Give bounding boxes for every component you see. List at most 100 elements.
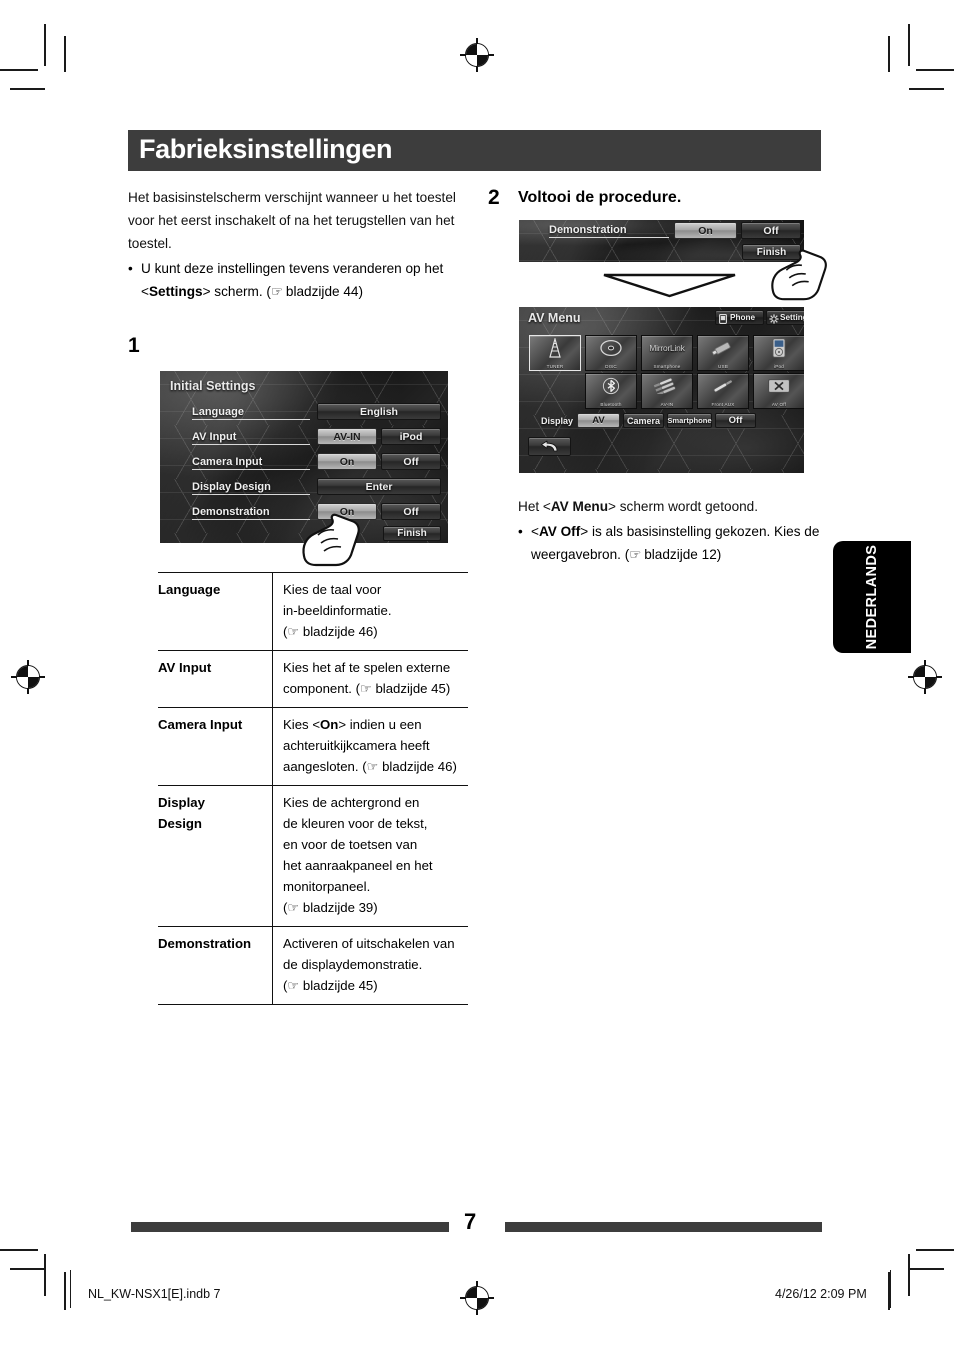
display-camera-label: Camera <box>626 415 661 426</box>
bleed-mark-tl-v <box>64 36 66 72</box>
table-row: Language Kies de taal voor in-beeldinfor… <box>158 572 468 651</box>
rca-cables-icon <box>642 377 692 395</box>
av-menu-screen: AV Menu Phone Settings <box>519 307 804 473</box>
demonstration-strip-screen: Demonstration On Off Finish <box>519 220 804 262</box>
settings-keyword: Settings <box>148 284 203 299</box>
phone-icon <box>719 314 727 324</box>
source-tile-smartphone-label: Smartphone <box>653 364 681 369</box>
source-tile-tuner-label: TUNER <box>546 364 564 369</box>
gear-icon <box>769 313 779 324</box>
row-label-display-design: Display Design <box>192 481 310 495</box>
demo-strip-off-label: Off <box>763 224 779 237</box>
source-tile-av-off-label: AV Off <box>771 402 787 407</box>
document-page: Fabrieksinstellingen Het basisinstelsche… <box>0 0 954 1354</box>
left-column: Het basisinstelscherm verschijnt wanneer… <box>128 186 470 356</box>
phone-label: Phone <box>730 313 756 322</box>
source-tile-smartphone[interactable]: MirrorLink Smartphone <box>641 335 693 371</box>
ipod-icon <box>754 338 804 358</box>
source-tile-av-in[interactable]: AV-IN <box>641 373 693 409</box>
result-line-1: Het <AV Menu> scherm wordt getoond. <box>518 499 759 514</box>
display-off-button[interactable]: Off <box>715 413 756 428</box>
tap-hand-icon-step1 <box>302 513 360 567</box>
intro-paragraph: Het basisinstelscherm verschijnt wanneer… <box>128 190 456 251</box>
footer-divider-right <box>890 1270 892 1308</box>
pointing-hand-icon: ☞ <box>629 547 641 562</box>
display-av-label: AV <box>592 415 605 426</box>
camera-input-off-button[interactable]: Off <box>381 453 441 470</box>
language-side-tab: NEDERLANDS <box>833 541 911 653</box>
page-number: 7 <box>464 1209 477 1234</box>
step-1-number: 1 <box>128 334 140 357</box>
print-timestamp: 4/26/12 2:09 PM <box>775 1287 867 1301</box>
language-value-button[interactable]: English <box>317 403 441 420</box>
footer-divider-left <box>70 1270 72 1308</box>
source-tile-front-aux[interactable]: Front AUX <box>697 373 749 409</box>
back-button[interactable] <box>528 437 571 456</box>
camera-input-on-button[interactable]: On <box>317 453 377 470</box>
av-input-avin-label: AV-IN <box>333 430 361 443</box>
antenna-icon <box>530 338 580 358</box>
crop-mark-tl-h <box>0 69 38 71</box>
crop-mark-br-v <box>908 1254 910 1296</box>
source-tile-bluetooth-label: Bluetooth <box>600 402 622 407</box>
registration-mark-right <box>908 660 942 694</box>
demo-strip-label: Demonstration <box>549 224 669 238</box>
row-label-av-input: AV Input <box>192 431 310 445</box>
source-tile-front-aux-label: Front AUX <box>711 402 735 407</box>
result-bullet: • <AV Off> is als basisinstelling gekoze… <box>518 520 823 566</box>
source-tile-av-off[interactable]: AV Off <box>753 373 804 409</box>
source-tile-disc[interactable]: DISC <box>585 335 637 371</box>
table-key-language: Language <box>158 582 221 597</box>
initial-settings-title: Initial Settings <box>170 379 256 393</box>
crop-mark-tr-v <box>908 24 910 66</box>
source-tile-tuner[interactable]: TUNER <box>529 335 581 371</box>
table-key-demonstration: Demonstration <box>158 936 252 951</box>
language-value-label: English <box>360 405 398 418</box>
demonstration-off-button[interactable]: Off <box>381 503 441 520</box>
display-smartphone-label: Smartphone <box>667 416 712 425</box>
av-menu-title: AV Menu <box>528 311 581 325</box>
bleed-mark-bl-v <box>64 1272 66 1310</box>
bullet-dot: • <box>518 524 523 539</box>
aux-plug-icon <box>698 377 748 395</box>
source-tile-usb[interactable]: USB <box>697 335 749 371</box>
display-smartphone-button[interactable]: Smartphone <box>667 413 712 428</box>
table-value-display-design: Kies de achtergrond en de kleuren voor d… <box>272 785 468 927</box>
source-tile-bluetooth[interactable]: Bluetooth <box>585 373 637 409</box>
table-value-camera-input: Kies <On> indien u een achteruitkijkcame… <box>272 707 468 786</box>
print-file-name: NL_KW-NSX1[E].indb 7 <box>88 1287 221 1301</box>
settings-description-table: Language Kies de taal voor in-beeldinfor… <box>158 572 468 1005</box>
tap-hand-icon-step2 <box>771 249 827 301</box>
source-tile-usb-label: USB <box>717 364 729 369</box>
av-input-avin-button[interactable]: AV-IN <box>317 428 377 445</box>
display-av-button[interactable]: AV <box>577 413 620 428</box>
disc-icon <box>586 339 636 357</box>
bleed-mark-tr-h <box>909 88 944 90</box>
table-row: Display Design Kies de achtergrond en de… <box>158 785 468 927</box>
settings-button[interactable]: Settings <box>766 310 804 325</box>
demo-strip-off-button[interactable]: Off <box>741 222 801 239</box>
phone-button[interactable]: Phone <box>715 310 764 325</box>
av-off-keyword: AV Off <box>538 524 581 539</box>
result-text-block: Het <AV Menu> scherm wordt getoond. • <A… <box>518 495 823 566</box>
intro-bullet: • U kunt deze instellingen tevens verand… <box>128 257 470 303</box>
table-value-demonstration: Activeren of uitschakelen van de display… <box>272 926 468 1005</box>
flow-down-arrow-icon <box>603 273 736 298</box>
display-camera-button[interactable]: Camera <box>623 413 664 428</box>
initial-settings-finish-button[interactable]: Finish <box>383 526 441 541</box>
result-bullet-text: <AV Off> is als basisinstelling gekozen.… <box>531 524 820 562</box>
source-tile-ipod[interactable]: iPod <box>753 335 804 371</box>
close-x-icon <box>754 377 804 395</box>
crop-mark-br-h <box>916 1249 954 1251</box>
av-input-ipod-button[interactable]: iPod <box>381 428 441 445</box>
crop-mark-bl-v <box>44 1254 46 1296</box>
display-design-enter-button[interactable]: Enter <box>317 478 441 495</box>
registration-mark-top <box>460 38 494 72</box>
back-arrow-icon <box>540 440 557 452</box>
demo-strip-on-button[interactable]: On <box>674 222 737 239</box>
footer-rule-right <box>505 1222 822 1232</box>
intro-bullet-suffix: > scherm. ( <box>202 284 271 299</box>
mirrorlink-icon: MirrorLink <box>649 343 685 353</box>
intro-bullet-text: U kunt deze instellingen tevens verander… <box>141 257 470 303</box>
source-tile-disc-label: DISC <box>605 364 617 369</box>
